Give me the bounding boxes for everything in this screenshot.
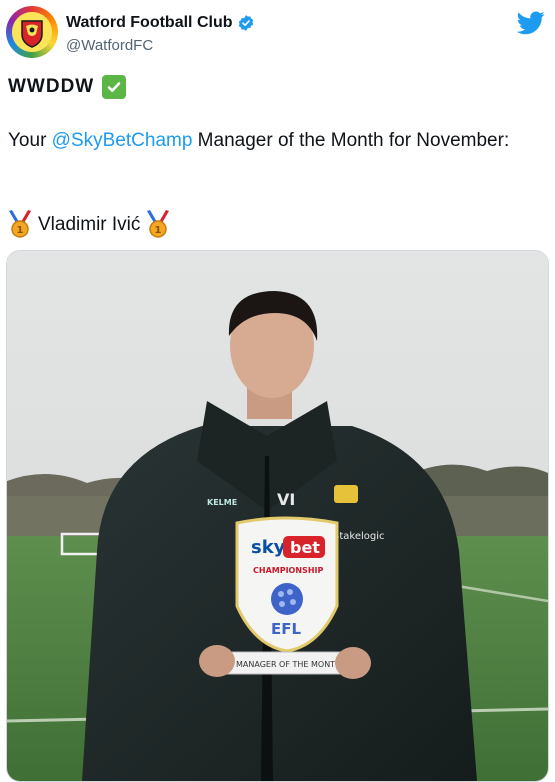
account-handle[interactable]: @WatfordFC [66, 37, 153, 54]
display-name[interactable]: Watford Football Club [66, 14, 232, 32]
svg-text:1: 1 [155, 225, 162, 236]
tweet-line-announcement: Your @SkyBetChamp Manager of the Month f… [8, 128, 548, 153]
tweet-line-manager: 1 Vladimir Ivić 1 [8, 210, 548, 238]
manager-name: Vladimir Ivić [38, 213, 141, 235]
watford-crest-icon [12, 12, 52, 52]
trophy-sky-text: sky [251, 537, 286, 558]
mention-link[interactable]: @SkyBetChamp [52, 130, 193, 151]
tweet-photo[interactable]: KELME VI Stakelogic sky bet CHAMPIONSHIP… [6, 250, 549, 782]
trophy-league-text: CHAMPIONSHIP [253, 566, 323, 575]
tweet-line-result: WWDDW [8, 74, 548, 99]
avatar[interactable] [6, 6, 58, 58]
verified-badge-icon [239, 15, 254, 31]
trophy-bet-text: bet [290, 538, 320, 557]
photo-manager-with-award: KELME VI Stakelogic sky bet CHAMPIONSHIP… [7, 251, 548, 781]
announcement-suffix: Manager of the Month for November: [192, 130, 510, 151]
jacket-sponsor-text: Stakelogic [333, 531, 385, 542]
first-place-medal-icon: 1 [9, 210, 31, 238]
check-mark-icon [102, 74, 127, 99]
first-place-medal-icon: 1 [147, 210, 170, 238]
trophy-efl-text: EFL [271, 620, 301, 638]
form-text: WWDDW [8, 76, 95, 97]
tweet-header: Watford Football Club @WatfordFC [6, 6, 549, 62]
trophy-plaque-text: MANAGER OF THE MONTH [236, 660, 341, 669]
twitter-bird-icon[interactable] [517, 11, 545, 35]
svg-text:1: 1 [17, 225, 24, 236]
jacket-initials-text: VI [277, 490, 295, 509]
announcement-prefix: Your [8, 130, 52, 151]
jacket-brand-text: KELME [207, 498, 237, 507]
